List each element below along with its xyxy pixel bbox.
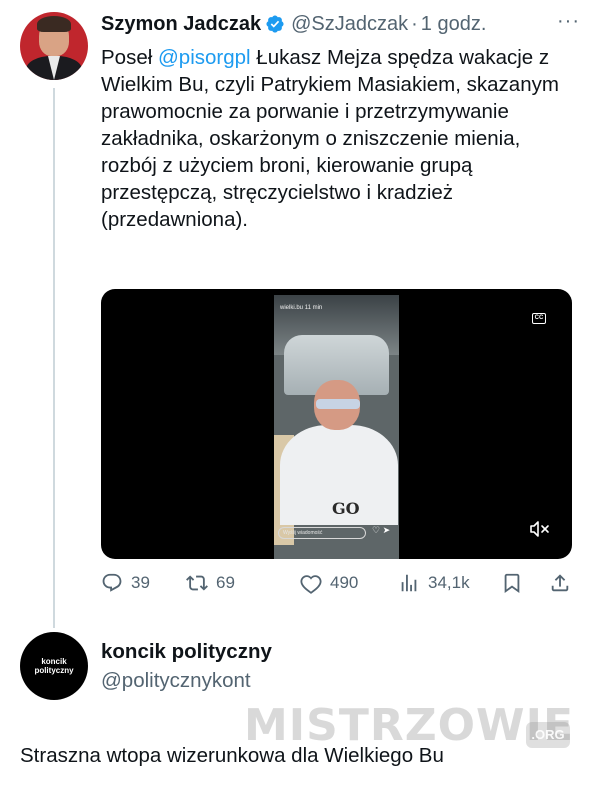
quote-author-handle[interactable]: @politycznykont	[101, 669, 251, 693]
quote-text: Straszna wtopa wizerunkowa dla Wielkiego…	[20, 744, 444, 767]
tweet-text-rest: Łukasz Mejza spędza wakacje z Wielkim Bu…	[101, 46, 559, 231]
story-send-icons: ♡ ➤	[372, 525, 391, 535]
video-player[interactable]: wielki.bu 11 min GO Wyślij wiadomość ♡ ➤…	[101, 289, 572, 559]
quote-avatar-line1: koncik	[41, 657, 67, 666]
quote-avatar[interactable]: koncik polityczny	[20, 632, 88, 700]
story-overlay-text: GO	[332, 499, 360, 518]
quote-avatar-line2: polityczny	[34, 666, 74, 675]
thread-line	[53, 88, 55, 628]
quote-author-name[interactable]: koncik polityczny	[101, 640, 272, 664]
mention-link[interactable]: @pisorgpl	[158, 46, 251, 69]
bookmark-icon	[504, 573, 520, 594]
like-count: 490	[330, 573, 359, 592]
video-frame: wielki.bu 11 min GO Wyślij wiadomość ♡ ➤	[274, 295, 399, 559]
avatar-hair	[37, 16, 71, 32]
tweet: Szymon Jadczak @SzJadczak · 1 godz. ··· …	[0, 0, 600, 628]
views-icon	[401, 574, 417, 592]
separator-dot: ·	[411, 12, 418, 35]
quote-post[interactable]: koncik polityczny koncik polityczny @pol…	[0, 620, 600, 810]
repost-count: 69	[216, 573, 235, 592]
person-sunglasses	[316, 399, 360, 409]
author-name[interactable]: Szymon Jadczak	[101, 13, 261, 36]
share-icon	[551, 574, 569, 592]
story-message-input: Wyślij wiadomość	[278, 527, 366, 539]
tweet-text: Poseł @pisorgpl Łukasz Mejza spędza waka…	[101, 44, 561, 233]
share-button[interactable]	[549, 568, 579, 598]
heart-icon	[300, 575, 322, 594]
reply-button[interactable]: 39	[101, 568, 150, 598]
views-button[interactable]: 34,1k	[398, 568, 470, 598]
mute-icon[interactable]	[530, 521, 550, 537]
reply-count: 39	[131, 573, 150, 592]
story-time: 11 min	[304, 305, 323, 311]
reply-icon	[102, 573, 122, 592]
story-header: wielki.bu 11 min	[280, 305, 322, 311]
tweet-header: Szymon Jadczak @SzJadczak · 1 godz. ···	[101, 10, 580, 38]
author-avatar[interactable]	[20, 12, 88, 80]
repost-button[interactable]: 69	[186, 568, 235, 598]
like-button[interactable]: 490	[300, 568, 358, 598]
tweet-text-start: Poseł	[101, 46, 158, 69]
captions-button[interactable]: CC	[532, 313, 546, 324]
tweet-time[interactable]: 1 godz.	[421, 13, 487, 36]
bookmark-button[interactable]	[501, 568, 531, 598]
repost-icon	[186, 575, 208, 591]
more-options-icon[interactable]: ···	[557, 10, 580, 33]
tweet-actions: 39 69 490 34,1k	[101, 568, 576, 598]
verified-badge-icon	[266, 15, 284, 33]
story-user: wielki.bu	[280, 305, 304, 311]
author-handle[interactable]: @SzJadczak	[291, 13, 408, 36]
view-count: 34,1k	[428, 573, 470, 592]
